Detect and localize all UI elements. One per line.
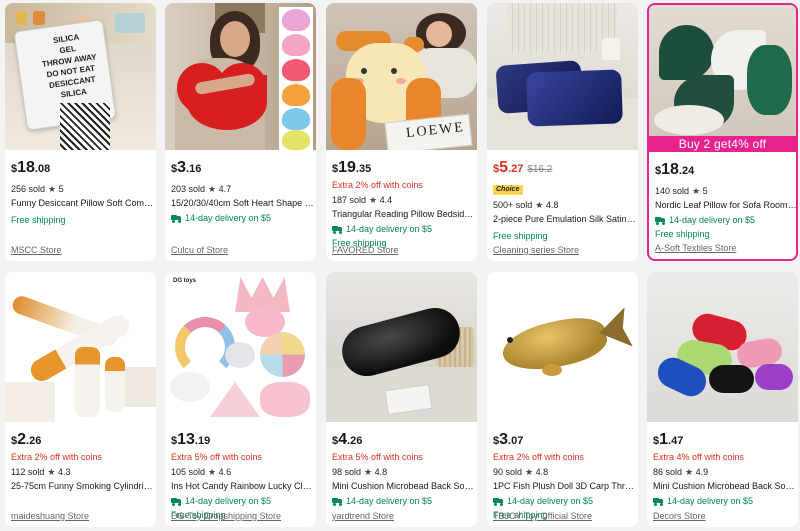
product-card[interactable]: Buy 2 get4% off $18.24 140 sold ★ 5 Nordi… [647,3,798,261]
product-card[interactable]: $1.47 Extra 4% off with coins 86 sold ★ 4… [647,272,798,527]
product-card[interactable]: $3.16 203 sold ★ 4.7 15/20/30/40cm Soft H… [165,3,316,261]
product-title[interactable]: Nordic Leaf Pillow for Sofa Room D... [655,199,796,211]
product-image[interactable] [487,3,638,150]
delivery-info: 14-day delivery on $5 [493,495,638,507]
product-price: $3.07 [493,431,524,448]
truck-icon [171,498,181,506]
store-link[interactable]: DG-Toy Dropshipping Store [171,511,281,521]
product-card[interactable]: $2.26 Extra 2% off with coins 112 sold ★ … [5,272,156,527]
product-image[interactable]: DG toys [165,272,316,422]
store-link[interactable]: maideshuang Store [11,511,89,521]
delivery-info: 14-day delivery on $5 [171,495,316,507]
product-title[interactable]: 25-75cm Funny Smoking Cylindrical... [11,480,154,492]
sold-rating: 105 sold ★ 4.6 [171,467,232,477]
product-card[interactable]: SILICA GEL THROW AWAY DO NOT EAT DESICCA… [5,3,156,261]
sold-rating: 86 sold ★ 4.9 [653,467,709,477]
product-price: $1.47 [653,431,684,448]
sold-rating: 90 sold ★ 4.8 [493,467,549,477]
product-image[interactable]: LOEWE [326,3,477,150]
coins-coupon: Extra 4% off with coins [653,452,744,462]
delivery-info: 14-day delivery on $5 [332,223,477,235]
star-icon: ★ [208,184,217,194]
product-image[interactable] [165,3,316,150]
delivery-info: 14-day delivery on $5 [655,214,796,226]
star-icon: ★ [48,184,57,194]
product-card[interactable]: $5.27 $16.2 Choice 500+ sold ★ 4.8 2-piece… [487,3,638,261]
sold-rating: 203 sold ★ 4.7 [171,184,232,194]
sold-rating: 112 sold ★ 4.3 [11,467,71,477]
truck-icon [493,498,503,506]
store-link[interactable]: TBJOY Toy Official Store [493,511,592,521]
star-icon: ★ [692,186,701,196]
product-title[interactable]: Funny Desiccant Pillow Soft Comfor... [11,197,154,209]
delivery-info: 14-day delivery on $5 [171,212,316,224]
product-image[interactable]: Buy 2 get4% off [649,5,796,152]
star-icon: ★ [685,467,694,477]
product-price: $2.26 [11,431,42,448]
product-card[interactable]: $4.26 Extra 5% off with coins 98 sold ★ 4… [326,272,477,527]
product-title[interactable]: Ins Hot Candy Rainbow Lucky Clou... [171,480,314,492]
product-price: $13.19 [171,431,211,448]
star-icon: ★ [369,195,378,205]
product-price: $18.08 [11,159,51,176]
sold-rating: 500+ sold ★ 4.8 [493,200,559,210]
product-title[interactable]: 2-piece Pure Emulation Silk Satin Pi... [493,213,636,225]
sold-rating: 187 sold ★ 4.4 [332,195,393,205]
coins-coupon: Extra 2% off with coins [11,452,102,462]
product-card[interactable]: $3.07 Extra 2% off with coins 90 sold ★ 4… [487,272,638,527]
store-link[interactable]: yardtrend Store [332,511,394,521]
product-price: $4.26 [332,431,363,448]
product-price: $5.27 $16.2 [493,159,553,176]
truck-icon [332,226,342,234]
star-icon: ★ [208,467,217,477]
product-price: $18.24 [655,161,695,178]
product-title[interactable]: 1PC Fish Plush Doll 3D Carp Throw ... [493,480,636,492]
store-link[interactable]: Cleaning series Store [493,245,579,255]
sold-rating: 256 sold ★ 5 [11,184,64,194]
truck-icon [171,215,181,223]
product-image[interactable] [5,272,156,422]
truck-icon [653,498,663,506]
store-link[interactable]: Decors Store [653,511,706,521]
delivery-info: 14-day delivery on $5 [332,495,477,507]
coins-coupon: Extra 2% off with coins [493,452,584,462]
product-image[interactable] [326,272,477,422]
product-card[interactable]: LOEWE $19.35 Extra 2% off with coins 187… [326,3,477,261]
original-price: $16.2 [527,164,553,175]
store-link[interactable]: A-Soft Textiles Store [655,243,736,253]
coins-coupon: Extra 5% off with coins [332,452,423,462]
product-card[interactable]: DG toys $13.19 Extra 5% off with coins 1… [165,272,316,527]
product-price: $19.35 [332,159,372,176]
sold-rating: 140 sold ★ 5 [655,186,708,196]
product-title[interactable]: Mini Cushion Microbead Back Sofa ... [332,480,475,492]
star-icon: ★ [364,467,373,477]
product-image[interactable] [647,272,798,422]
free-shipping: Free shipping [11,215,66,225]
product-image[interactable]: SILICA GEL THROW AWAY DO NOT EAT DESICCA… [5,3,156,150]
star-icon: ★ [47,467,56,477]
delivery-info: 14-day delivery on $5 [653,495,798,507]
free-shipping: Free shipping [655,229,710,239]
sold-rating: 98 sold ★ 4.8 [332,467,388,477]
store-link[interactable]: FAVORED Store [332,245,398,255]
product-image[interactable] [487,272,638,422]
coins-coupon: Extra 5% off with coins [171,452,262,462]
star-icon: ★ [535,200,544,210]
store-link[interactable]: Culcu of Store [171,245,228,255]
promo-banner: Buy 2 get4% off [649,136,796,152]
brand-watermark: DG toys [173,278,197,284]
product-title[interactable]: Triangular Reading Pillow Bedside ... [332,208,475,220]
truck-icon [332,498,342,506]
product-title[interactable]: Mini Cushion Microbead Back Sofa ... [653,480,796,492]
truck-icon [655,217,665,225]
free-shipping: Free shipping [493,231,548,241]
pillow-print-text: SILICA GEL THROW AWAY DO NOT EAT DESICCA… [41,32,98,100]
product-title[interactable]: 15/20/30/40cm Soft Heart Shape P... [171,197,314,209]
product-price: $3.16 [171,159,202,176]
choice-badge: Choice [493,185,524,195]
coins-coupon: Extra 2% off with coins [332,180,423,190]
store-link[interactable]: MSCC Store [11,245,62,255]
star-icon: ★ [525,467,534,477]
